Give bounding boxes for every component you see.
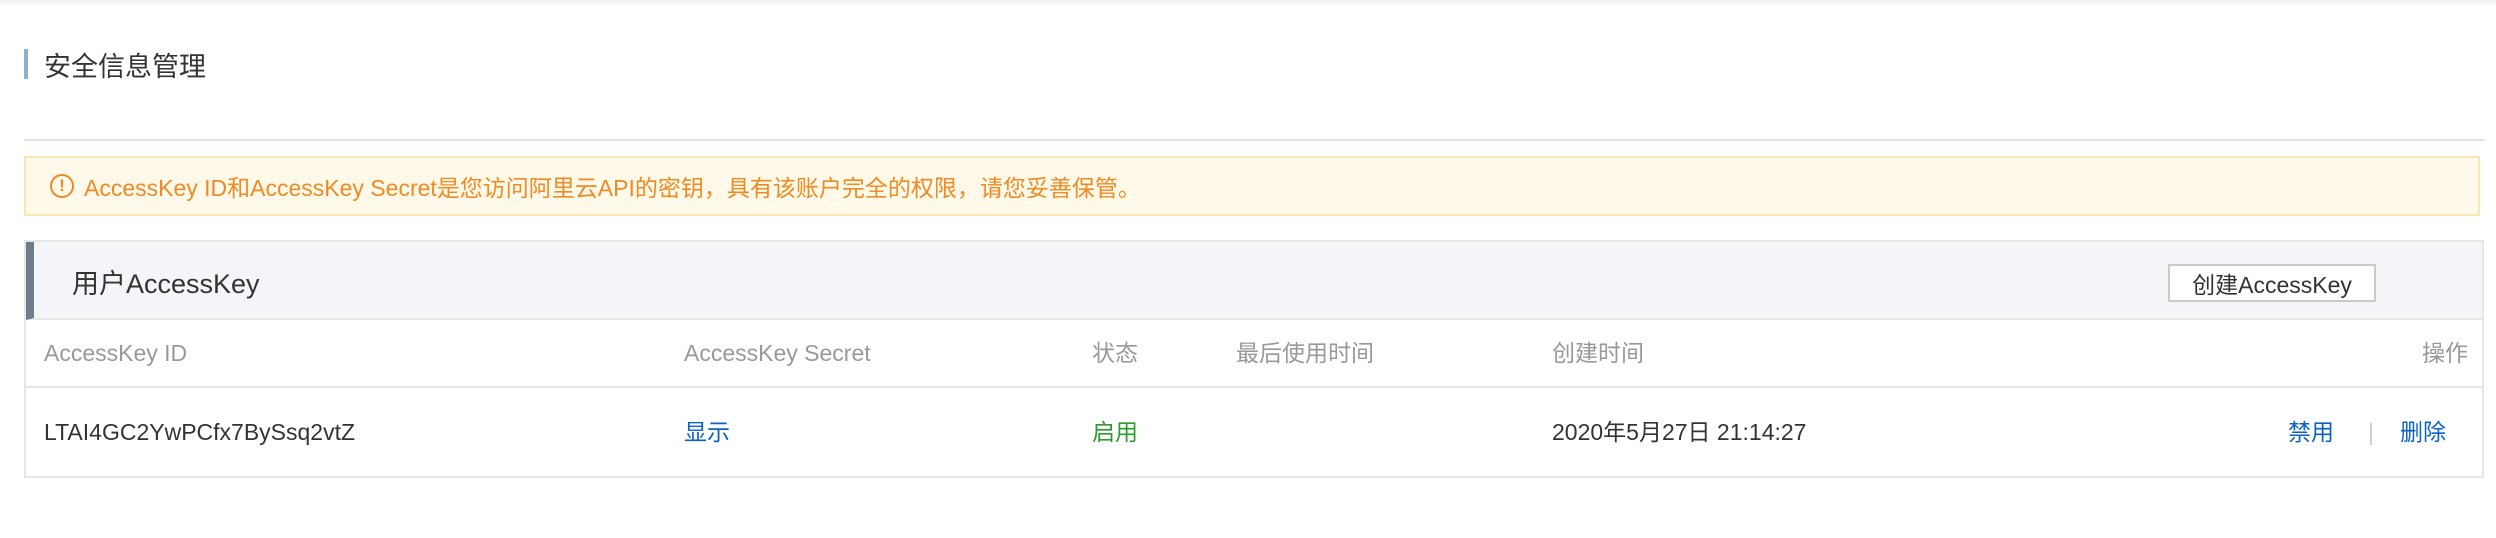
show-secret-link[interactable]: 显示 [684,388,730,476]
accesskey-panel: 用户AccessKey 创建AccessKey AccessKey ID Acc… [24,240,2484,478]
header-divider [24,139,2484,141]
panel-header: 用户AccessKey 创建AccessKey [26,242,2482,320]
delete-link[interactable]: 删除 [2400,388,2446,476]
title-accent-bar [24,49,28,79]
disable-link[interactable]: 禁用 [2288,388,2334,476]
column-header-actions: 操作 [2422,340,2468,366]
column-header-status: 状态 [1092,340,1138,366]
page-header: 安全信息管理 [24,44,206,84]
security-alert: ! AccessKey ID和AccessKey Secret是您访问阿里云AP… [24,156,2480,216]
exclamation-circle-icon: ! [50,174,74,198]
page-title: 安全信息管理 [44,51,206,82]
create-accesskey-button[interactable]: 创建AccessKey [2168,264,2376,302]
panel-title: 用户AccessKey [72,269,260,299]
created-time-cell: 2020年5月27日 21:14:27 [1552,419,1807,445]
status-badge: 启用 [1092,419,1138,445]
accesskey-id-cell: LTAI4GC2YwPCfx7BySsq2vtZ [44,419,356,445]
alert-text: AccessKey ID和AccessKey Secret是您访问阿里云API的… [84,175,1141,201]
table-row: LTAI4GC2YwPCfx7BySsq2vtZ 显示 启用 2020年5月27… [26,388,2482,476]
top-shadow [0,0,2496,6]
column-header-accesskey-id: AccessKey ID [44,340,188,366]
table-header: AccessKey ID AccessKey Secret 状态 最后使用时间 … [26,320,2482,388]
action-separator: | [2368,419,2374,445]
column-header-last-used: 最后使用时间 [1236,340,1374,366]
column-header-created: 创建时间 [1552,340,1644,366]
column-header-accesskey-secret: AccessKey Secret [684,340,871,366]
